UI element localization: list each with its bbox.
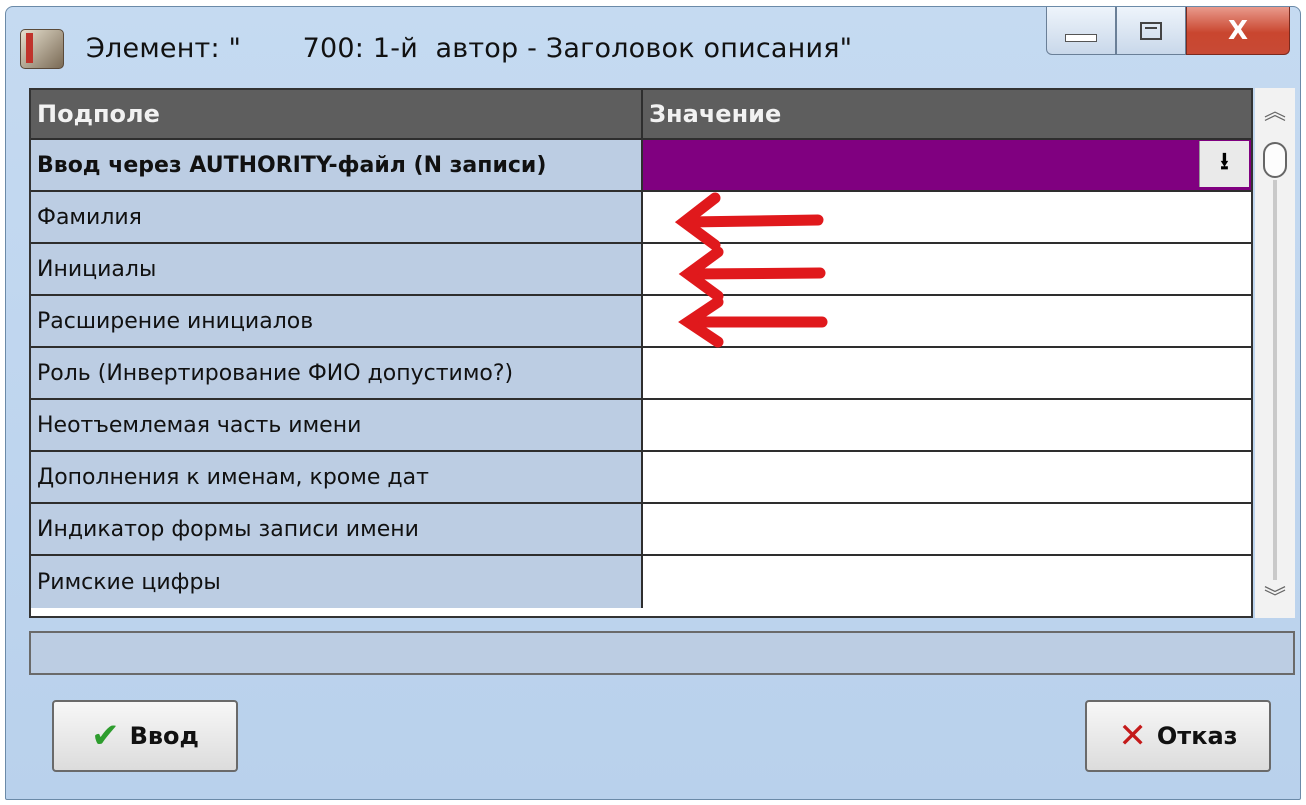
window-controls: X <box>1046 7 1290 55</box>
app-icon <box>20 29 64 69</box>
download-arrow-icon: ⭳ <box>1220 146 1229 175</box>
subfield-label: Дополнения к именам, кроме дат <box>31 452 643 502</box>
subfield-label: Индикатор формы записи имени <box>31 504 643 554</box>
ok-button[interactable]: ✔ Ввод <box>52 700 238 772</box>
grid-row[interactable]: Фамилия <box>31 192 1251 244</box>
column-header-value[interactable]: Значение <box>643 90 1251 138</box>
grid-header: Подполе Значение <box>31 90 1251 140</box>
vertical-scrollbar[interactable]: ︽ ︾ <box>1255 88 1295 618</box>
checkmark-icon: ✔ <box>91 716 120 756</box>
scroll-up-icon[interactable]: ︽ <box>1255 94 1295 130</box>
subfield-label: Роль (Инвертирование ФИО допустимо?) <box>31 348 643 398</box>
title-bar[interactable]: Элемент: " 700: 1-й автор - Заголовок оп… <box>6 7 1300 91</box>
close-button[interactable]: X <box>1186 7 1290 55</box>
subfield-grid: Подполе Значение Ввод через AUTHORITY-фа… <box>29 88 1253 618</box>
scroll-thumb[interactable] <box>1263 142 1287 178</box>
column-header-subfield[interactable]: Подполе <box>31 90 643 138</box>
cancel-button[interactable]: ✕ Отказ <box>1085 700 1271 772</box>
subfield-label: Инициалы <box>31 244 643 294</box>
subfield-label: Неотъемлемая часть имени <box>31 400 643 450</box>
subfield-label: Ввод через AUTHORITY-файл (N записи) <box>31 140 643 190</box>
value-cell[interactable] <box>643 192 1251 242</box>
value-cell-selected[interactable]: ⭳ <box>643 140 1251 190</box>
value-cell[interactable] <box>643 400 1251 450</box>
value-cell[interactable] <box>643 244 1251 294</box>
grid-row[interactable]: Индикатор формы записи имени <box>31 504 1251 556</box>
grid-row[interactable]: Неотъемлемая часть имени <box>31 400 1251 452</box>
minimize-button[interactable] <box>1046 7 1116 55</box>
value-cell[interactable] <box>643 452 1251 502</box>
grid-row[interactable]: Римские цифры <box>31 556 1251 608</box>
window-title: Элемент: " 700: 1-й автор - Заголовок оп… <box>86 33 853 64</box>
scroll-down-icon[interactable]: ︾ <box>1255 580 1295 616</box>
cross-icon: ✕ <box>1118 716 1147 756</box>
value-cell[interactable] <box>643 348 1251 398</box>
grid-row[interactable]: Расширение инициалов <box>31 296 1251 348</box>
minimize-icon <box>1065 33 1097 42</box>
dropdown-button[interactable]: ⭳ <box>1199 141 1249 187</box>
grid-row[interactable]: Инициалы <box>31 244 1251 296</box>
status-bar <box>29 631 1295 675</box>
ok-button-label: Ввод <box>129 722 199 750</box>
subfield-label: Римские цифры <box>31 556 643 608</box>
grid-row[interactable]: Роль (Инвертирование ФИО допустимо?) <box>31 348 1251 400</box>
grid-row[interactable]: Ввод через AUTHORITY-файл (N записи) ⭳ <box>31 140 1251 192</box>
subfield-label: Расширение инициалов <box>31 296 643 346</box>
grid-row[interactable]: Дополнения к именам, кроме дат <box>31 452 1251 504</box>
subfield-label: Фамилия <box>31 192 643 242</box>
maximize-icon <box>1140 21 1162 40</box>
scroll-track <box>1273 180 1277 580</box>
value-cell[interactable] <box>643 556 1251 608</box>
value-cell[interactable] <box>643 504 1251 554</box>
close-icon: X <box>1227 15 1249 46</box>
maximize-button[interactable] <box>1116 7 1186 55</box>
cancel-button-label: Отказ <box>1156 722 1238 750</box>
value-cell[interactable] <box>643 296 1251 346</box>
